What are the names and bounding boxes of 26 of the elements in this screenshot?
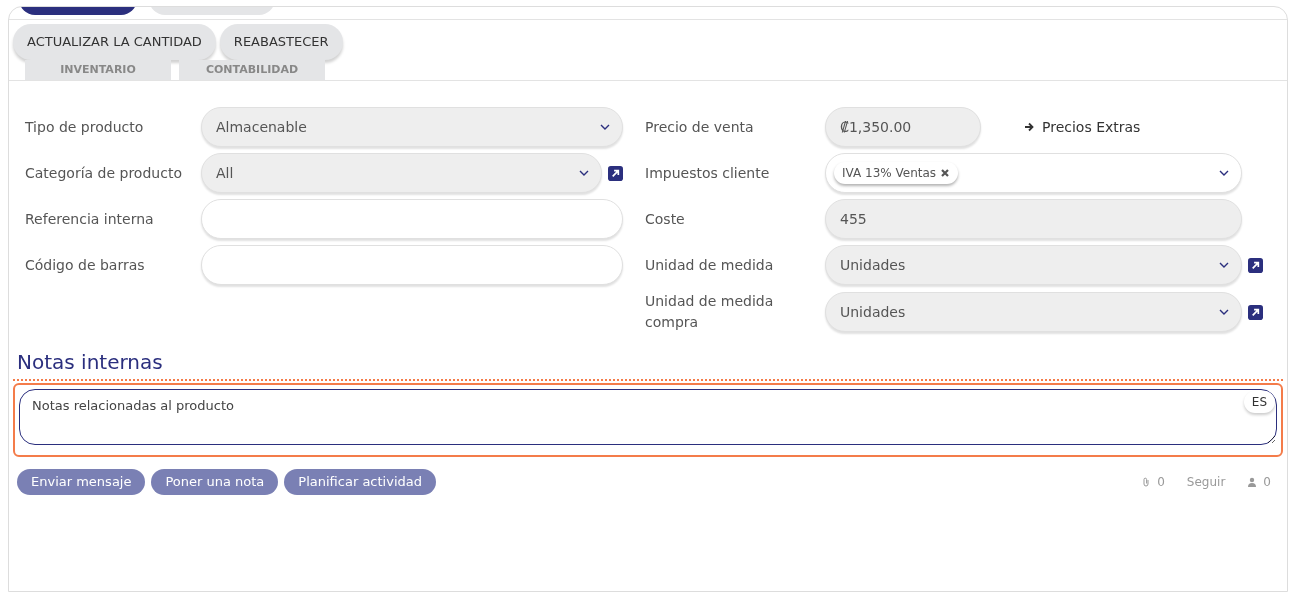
field-label: Precio de venta bbox=[645, 117, 755, 137]
input-field[interactable]: ₡1,350.00 bbox=[825, 107, 981, 147]
field-label: Referencia interna bbox=[25, 209, 155, 229]
attachment-count: 0 bbox=[1157, 473, 1165, 491]
field-label: Coste bbox=[645, 209, 686, 229]
tag-chip: IVA 13% Ventas bbox=[834, 162, 959, 184]
chatter-button[interactable]: Planificar actividad bbox=[284, 469, 436, 495]
input-field[interactable]: 455 bbox=[825, 199, 1242, 239]
follower-count: 0 bbox=[1263, 473, 1271, 491]
field-label: Unidad de medida compra bbox=[645, 292, 775, 332]
field-label: Tipo de producto bbox=[25, 117, 145, 137]
field-label: Categoría de producto bbox=[25, 163, 183, 183]
chatter-button[interactable]: Poner una nota bbox=[151, 469, 279, 495]
section-heading: Notas internas bbox=[16, 349, 164, 376]
action-button[interactable]: ACTUALIZAR LA CANTIDAD bbox=[13, 24, 216, 60]
tag-select-field[interactable]: IVA 13% Ventas bbox=[825, 153, 1242, 193]
select-field[interactable]: Unidades bbox=[825, 245, 1242, 285]
chatter-button[interactable]: Enviar mensaje bbox=[17, 469, 146, 495]
field-label: Unidad de medida bbox=[645, 255, 775, 275]
select-field[interactable]: Unidades bbox=[825, 292, 1242, 332]
extra-prices-link[interactable]: Precios Extras bbox=[1024, 116, 1263, 138]
field-label: Impuestos cliente bbox=[645, 163, 771, 183]
field-label: Código de barras bbox=[25, 255, 146, 275]
action-button[interactable]: REABASTECER bbox=[219, 24, 343, 60]
select-field[interactable]: Almacenable bbox=[201, 107, 623, 147]
select-field[interactable]: All bbox=[201, 153, 602, 193]
